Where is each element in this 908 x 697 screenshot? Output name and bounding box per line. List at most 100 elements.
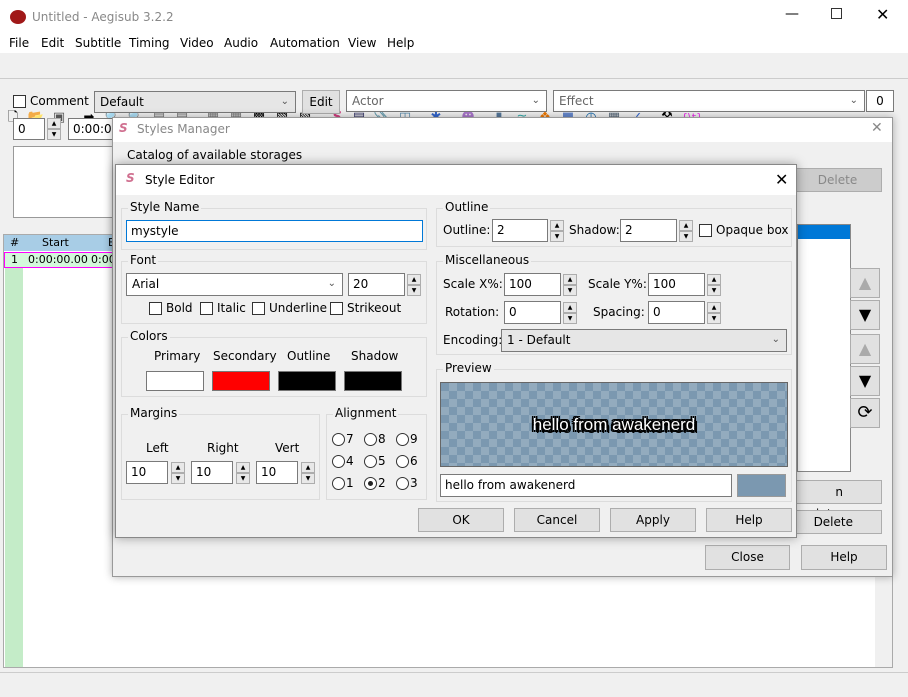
- shadow-label: Shadow:: [569, 223, 620, 237]
- scale-y-stepper[interactable]: ▲ ▼: [707, 274, 721, 296]
- preview-text-input[interactable]: hello from awakenerd: [440, 474, 732, 497]
- align-1-radio[interactable]: 1: [332, 476, 354, 490]
- align-7-label: 7: [346, 432, 354, 446]
- actor-combo[interactable]: Actor ⌄: [346, 90, 547, 112]
- comment-checkbox[interactable]: Comment: [13, 94, 89, 108]
- menu-automation[interactable]: Automation: [270, 36, 340, 50]
- ok-button[interactable]: OK: [418, 508, 504, 532]
- move-top-button[interactable]: ▲: [850, 334, 880, 364]
- layer-field[interactable]: 0: [13, 118, 45, 140]
- style-name-group: Style Name mystyle: [121, 200, 427, 250]
- align-2-label: 2: [378, 476, 386, 490]
- opaque-box-checkbox[interactable]: Opaque box: [699, 223, 789, 237]
- strikeout-checkbox[interactable]: Strikeout: [330, 301, 401, 315]
- font-family-combo[interactable]: Arial ⌄: [126, 273, 343, 296]
- cancel-button[interactable]: Cancel: [514, 508, 600, 532]
- style-combo[interactable]: Default ⌄: [94, 91, 296, 113]
- current-styles-list[interactable]: [797, 224, 851, 472]
- margin-left-input[interactable]: 10: [126, 461, 168, 484]
- apply-button[interactable]: Apply: [610, 508, 696, 532]
- selected-style-item[interactable]: [798, 225, 850, 239]
- menu-edit[interactable]: Edit: [41, 36, 64, 50]
- help-button[interactable]: Help: [706, 508, 792, 532]
- align-4-label: 4: [346, 454, 354, 468]
- manager-help-button[interactable]: Help: [801, 545, 887, 570]
- shadow-color-button[interactable]: [344, 371, 402, 391]
- menu-video[interactable]: Video: [180, 36, 214, 50]
- catalog-delete-button[interactable]: Delete: [793, 168, 882, 192]
- menu-subtitle[interactable]: Subtitle: [75, 36, 121, 50]
- maximize-button[interactable]: [831, 8, 842, 19]
- style-editor-close-icon[interactable]: ✕: [775, 170, 788, 189]
- align-6-radio[interactable]: 6: [396, 454, 418, 468]
- scale-y-input[interactable]: 100: [648, 273, 705, 296]
- menu-view[interactable]: View: [348, 36, 376, 50]
- font-size-input[interactable]: 20: [348, 273, 405, 296]
- font-size-stepper[interactable]: ▲ ▼: [407, 274, 421, 296]
- rotation-input[interactable]: 0: [504, 301, 561, 324]
- encoding-value: 1 - Default: [507, 333, 571, 347]
- margin-vert-input[interactable]: 10: [256, 461, 298, 484]
- align-8-radio[interactable]: 8: [364, 432, 386, 446]
- outline-color-label: Outline: [287, 349, 331, 363]
- secondary-color-button[interactable]: [212, 371, 270, 391]
- margin-right-input[interactable]: 10: [191, 461, 233, 484]
- chevron-down-icon: ⌄: [771, 334, 780, 345]
- spacing-input[interactable]: 0: [648, 301, 705, 324]
- align-5-radio[interactable]: 5: [364, 454, 386, 468]
- spacing-stepper[interactable]: ▲ ▼: [707, 302, 721, 324]
- move-up-button[interactable]: ▲: [850, 268, 880, 298]
- align-9-radio[interactable]: 9: [396, 432, 418, 446]
- shadow-input[interactable]: 2: [620, 219, 677, 242]
- bold-checkbox[interactable]: Bold: [149, 301, 193, 315]
- scale-x-input[interactable]: 100: [504, 273, 561, 296]
- align-2-radio[interactable]: 2: [364, 476, 386, 490]
- menu-file[interactable]: File: [9, 36, 29, 50]
- close-button[interactable]: ✕: [876, 5, 889, 24]
- grid-green-column: [5, 267, 23, 667]
- text-edit-area[interactable]: [13, 146, 113, 218]
- styles-manager-close-icon[interactable]: ✕: [871, 120, 883, 136]
- shadow-stepper[interactable]: ▲ ▼: [679, 220, 693, 242]
- outline-color-button[interactable]: [278, 371, 336, 391]
- alignment-label: Alignment: [333, 406, 399, 420]
- move-bottom-button[interactable]: ▼: [850, 366, 880, 396]
- italic-checkbox[interactable]: Italic: [200, 301, 246, 315]
- secondary-color-label: Secondary: [213, 349, 277, 363]
- delete-style-button[interactable]: Delete: [793, 510, 882, 534]
- outline-stepper[interactable]: ▲ ▼: [550, 220, 564, 242]
- table-row[interactable]: 1 0:00:00.00 0:00: [4, 252, 124, 268]
- start-time-field[interactable]: 0:00:00.: [68, 118, 118, 140]
- effect-combo[interactable]: Effect ⌄: [553, 90, 865, 112]
- rotation-stepper[interactable]: ▲ ▼: [563, 302, 577, 324]
- colors-label: Colors: [128, 329, 170, 343]
- sort-button[interactable]: ⟳: [850, 398, 880, 428]
- minimize-button[interactable]: —: [785, 6, 799, 22]
- margin-field[interactable]: 0: [866, 90, 894, 112]
- align-3-radio[interactable]: 3: [396, 476, 418, 490]
- menu-timing[interactable]: Timing: [129, 36, 170, 50]
- primary-color-button[interactable]: [146, 371, 204, 391]
- align-4-radio[interactable]: 4: [332, 454, 354, 468]
- preview-bg-color-button[interactable]: [737, 474, 786, 497]
- copy-to-script-button[interactable]: n script...: [793, 480, 882, 521]
- move-down-button[interactable]: ▼: [850, 300, 880, 330]
- underline-checkbox[interactable]: Underline: [252, 301, 327, 315]
- align-7-radio[interactable]: 7: [332, 432, 354, 446]
- colors-group: Colors Primary Secondary Outline Shadow: [121, 329, 427, 397]
- row-start: 0:00:00.00: [28, 253, 88, 266]
- outline-label: Outline:: [443, 223, 491, 237]
- edit-style-button[interactable]: Edit: [302, 90, 340, 114]
- scale-x-stepper[interactable]: ▲ ▼: [563, 274, 577, 296]
- menu-help[interactable]: Help: [387, 36, 414, 50]
- margin-left-stepper[interactable]: ▲ ▼: [171, 462, 185, 484]
- encoding-combo[interactable]: 1 - Default ⌄: [501, 329, 787, 352]
- margin-right-stepper[interactable]: ▲ ▼: [236, 462, 250, 484]
- manager-close-button[interactable]: Close: [705, 545, 790, 570]
- menu-audio[interactable]: Audio: [224, 36, 258, 50]
- style-name-input[interactable]: mystyle: [126, 220, 423, 242]
- layer-stepper[interactable]: ▲ ▼: [47, 118, 61, 140]
- align-3-label: 3: [410, 476, 418, 490]
- outline-input[interactable]: 2: [492, 219, 548, 242]
- margin-vert-stepper[interactable]: ▲ ▼: [301, 462, 315, 484]
